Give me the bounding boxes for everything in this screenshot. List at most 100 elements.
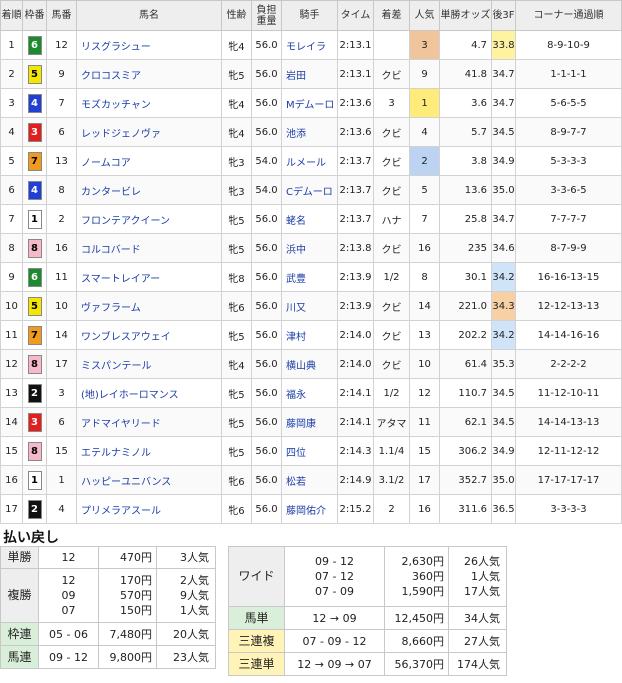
jockey-link[interactable]: 武豊 xyxy=(286,274,306,285)
table-row: 9 6 11 スマートレイアー 牝8 56.0 武豊 2:13.9 1/2 8 30.1 34.2 16… xyxy=(0,262,622,292)
jockey-link[interactable]: 福永 xyxy=(286,390,306,401)
horse-name-link[interactable]: クロコスミア xyxy=(81,71,141,82)
jockey-link[interactable]: 横山典 xyxy=(286,361,316,372)
horse-name-link[interactable]: ハッピーユニバンス xyxy=(81,477,171,488)
popularity-cell: 7 xyxy=(409,204,440,234)
payout-label-wakuren: 枠連 xyxy=(0,622,39,646)
waku-cell: 4 xyxy=(22,88,47,118)
popularity-cell: 9 xyxy=(409,59,440,89)
jockey-link[interactable]: 藤岡佑介 xyxy=(286,506,326,517)
last3f-cell: 34.9 xyxy=(491,146,516,176)
last3f-cell: 36.5 xyxy=(491,494,516,524)
waku-badge: 6 xyxy=(27,267,42,287)
odds-cell: 110.7 xyxy=(439,378,492,408)
margin-cell: クビ xyxy=(373,59,410,89)
horse-name-link[interactable]: ノームコア xyxy=(81,158,131,169)
horse-name-link[interactable]: レッドジェノヴァ xyxy=(81,129,161,140)
header-waku: 枠番 xyxy=(22,0,47,31)
sex-age-cell: 牝5 xyxy=(221,204,252,234)
jockey-link[interactable]: 松若 xyxy=(286,477,306,488)
jockey-link[interactable]: 津村 xyxy=(286,332,306,343)
horse-name-link[interactable]: (地)レイホーロマンス xyxy=(81,390,179,401)
table-row: 13 2 3 (地)レイホーロマンス 牝5 56.0 福永 2:14.1 1/2 12 110.7 3… xyxy=(0,378,622,408)
jockey-link[interactable]: Cデムーロ xyxy=(286,187,333,198)
horse-name-link[interactable]: ヴァフラーム xyxy=(81,303,141,314)
last3f-cell: 34.2 xyxy=(491,262,516,292)
umaban-cell: 15 xyxy=(46,436,77,466)
last3f-cell: 34.5 xyxy=(491,407,516,437)
jockey-link[interactable]: Mデムーロ xyxy=(286,100,334,111)
sex-age-cell: 牝6 xyxy=(221,291,252,321)
header-jockey: 騎手 xyxy=(281,0,338,31)
popularity-cell: 17 xyxy=(409,465,440,495)
horse-name-link[interactable]: ワンブレスアウェイ xyxy=(81,332,171,343)
race-result-page: 着順 枠番 馬番 馬名 性齢 負担重量 騎手 タイム 着差 人気 単勝オッズ 後… xyxy=(0,0,622,676)
umaban-cell: 4 xyxy=(46,494,77,524)
horse-name-link[interactable]: カンタービレ xyxy=(81,187,141,198)
horse-name-cell: プリメラアスール xyxy=(76,494,222,524)
time-cell: 2:14.1 xyxy=(337,378,374,408)
waku-cell: 8 xyxy=(22,349,47,379)
header-margin: 着差 xyxy=(373,0,410,31)
horse-name-link[interactable]: コルコバード xyxy=(81,245,141,256)
horse-name-link[interactable]: フロンテアクイーン xyxy=(81,216,170,227)
jockey-cell: 蛯名 xyxy=(281,204,338,234)
last3f-cell: 34.6 xyxy=(491,233,516,263)
jockey-link[interactable]: 蛯名 xyxy=(286,216,306,227)
horse-name-link[interactable]: ミスパンテール xyxy=(81,361,152,372)
table-row: 5 7 13 ノームコア 牝3 54.0 ルメール 2:13.7 クビ 2 3.8 34.9 5-3-3… xyxy=(0,146,622,176)
jockey-link[interactable]: モレイラ xyxy=(286,42,326,53)
jockey-link[interactable]: 四位 xyxy=(286,448,306,459)
horse-name-cell: ワンブレスアウェイ xyxy=(76,320,222,350)
umaban-cell: 17 xyxy=(46,349,77,379)
jockey-cell: 池添 xyxy=(281,117,338,147)
umaban-cell: 1 xyxy=(46,465,77,495)
table-row: 15 8 15 エテルナミノル 牝5 56.0 四位 2:14.3 1.1/4 15 306.2 34… xyxy=(0,436,622,466)
table-row: 12 8 17 ミスパンテール 牝4 56.0 横山典 2:14.0 クビ 10 61.4 35.3 2… xyxy=(0,349,622,379)
popularity-cell: 3 xyxy=(409,30,440,60)
horse-name-link[interactable]: モズカッチャン xyxy=(81,100,151,111)
header-time: タイム xyxy=(337,0,374,31)
jockey-cell: 藤岡康 xyxy=(281,407,338,437)
rank-cell: 10 xyxy=(0,291,23,321)
horse-name-link[interactable]: プリメラアスール xyxy=(81,506,161,517)
odds-cell: 61.4 xyxy=(439,349,492,379)
payout-ninki-line: 17人気 xyxy=(464,585,500,598)
horse-name-cell: リスグラシュー xyxy=(76,30,222,60)
payout-yen: 8,660円 xyxy=(384,629,449,653)
jockey-cell: 松若 xyxy=(281,465,338,495)
horse-name-link[interactable]: スマートレイアー xyxy=(81,274,160,285)
horse-name-link[interactable]: アドマイヤリード xyxy=(81,419,161,430)
jockey-link[interactable]: 藤岡康 xyxy=(286,419,316,430)
payout-row-wide: ワイド 09 - 12 07 - 12 07 - 09 2,630円 360円 … xyxy=(228,546,507,607)
jockey-link[interactable]: ルメール xyxy=(286,158,326,169)
jockey-link[interactable]: 浜中 xyxy=(286,245,306,256)
waku-badge: 5 xyxy=(27,296,42,316)
jockey-link[interactable]: 池添 xyxy=(286,129,306,140)
sex-age-cell: 牝6 xyxy=(221,494,252,524)
corner-cell: 5-3-3-3 xyxy=(515,146,622,176)
payout-yen: 170円 570円 150円 xyxy=(98,568,157,623)
jockey-link[interactable]: 岩田 xyxy=(286,71,306,82)
rank-cell: 8 xyxy=(0,233,23,263)
waku-badge: 1 xyxy=(27,470,42,490)
jockey-cell: 藤岡佑介 xyxy=(281,494,338,524)
corner-cell: 8-9-10-9 xyxy=(515,30,622,60)
umaban-cell: 13 xyxy=(46,146,77,176)
weight-cell: 56.0 xyxy=(251,30,282,60)
popularity-cell: 13 xyxy=(409,320,440,350)
jockey-link[interactable]: 川又 xyxy=(286,303,306,314)
corner-cell: 14-14-16-16 xyxy=(515,320,622,350)
horse-name-link[interactable]: リスグラシュー xyxy=(81,42,151,53)
payout-table-right: ワイド 09 - 12 07 - 12 07 - 09 2,630円 360円 … xyxy=(228,546,507,676)
popularity-cell: 12 xyxy=(409,378,440,408)
time-cell: 2:13.6 xyxy=(337,88,374,118)
payout-row-umaren: 馬連 09 - 12 9,800円 23人気 xyxy=(0,645,216,669)
time-cell: 2:13.1 xyxy=(337,30,374,60)
corner-cell: 8-9-7-7 xyxy=(515,117,622,147)
horse-name-cell: カンタービレ xyxy=(76,175,222,205)
horse-name-cell: (地)レイホーロマンス xyxy=(76,378,222,408)
weight-cell: 56.0 xyxy=(251,436,282,466)
corner-cell: 3-3-6-5 xyxy=(515,175,622,205)
horse-name-link[interactable]: エテルナミノル xyxy=(81,448,151,459)
